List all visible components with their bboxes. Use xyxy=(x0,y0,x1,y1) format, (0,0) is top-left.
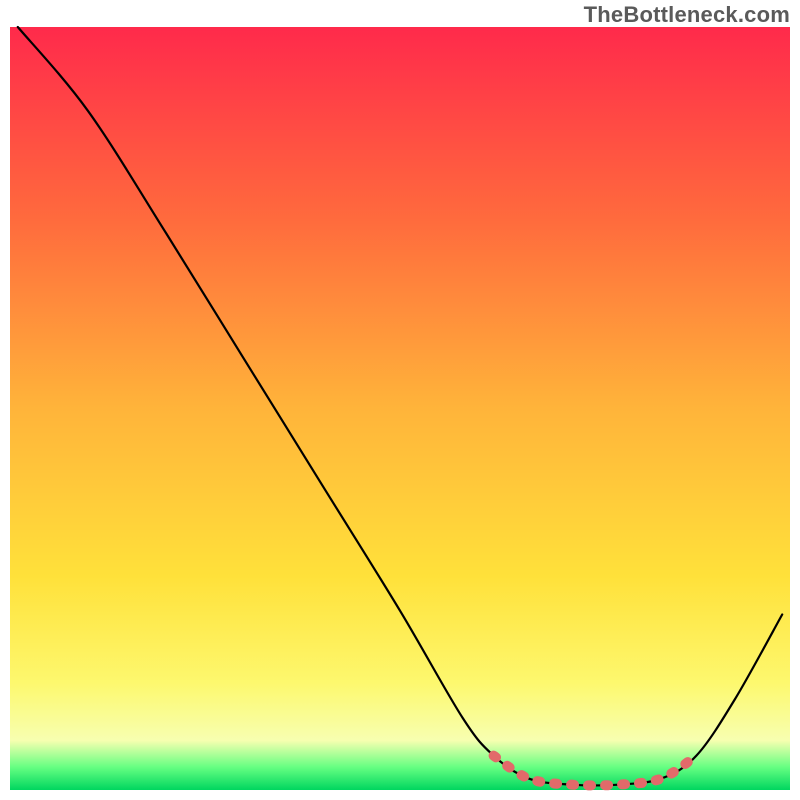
chart-stage: TheBottleneck.com xyxy=(0,0,800,800)
bottleneck-chart xyxy=(0,0,800,800)
watermark-text: TheBottleneck.com xyxy=(584,2,790,28)
plot-background xyxy=(10,27,790,790)
